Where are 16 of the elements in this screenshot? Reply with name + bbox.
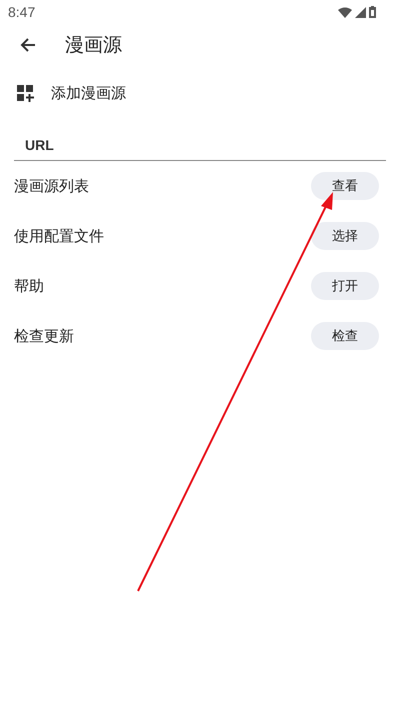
signal-icon (355, 6, 366, 18)
add-grid-icon (17, 84, 34, 102)
setting-label: 帮助 (14, 276, 44, 296)
setting-label: 使用配置文件 (14, 226, 104, 246)
wifi-icon (338, 6, 352, 18)
setting-label: 检查更新 (14, 326, 74, 346)
action-button[interactable]: 选择 (311, 222, 379, 250)
back-arrow-icon[interactable] (20, 37, 36, 53)
page-title: 漫画源 (65, 33, 122, 58)
action-button[interactable]: 检查 (311, 322, 379, 350)
action-button[interactable]: 查看 (311, 172, 379, 200)
action-button[interactable]: 打开 (311, 272, 379, 300)
status-time: 8:47 (8, 4, 36, 20)
add-source-item[interactable]: 添加漫画源 (0, 67, 400, 119)
setting-label: 漫画源列表 (14, 176, 89, 196)
battery-icon (369, 6, 376, 18)
